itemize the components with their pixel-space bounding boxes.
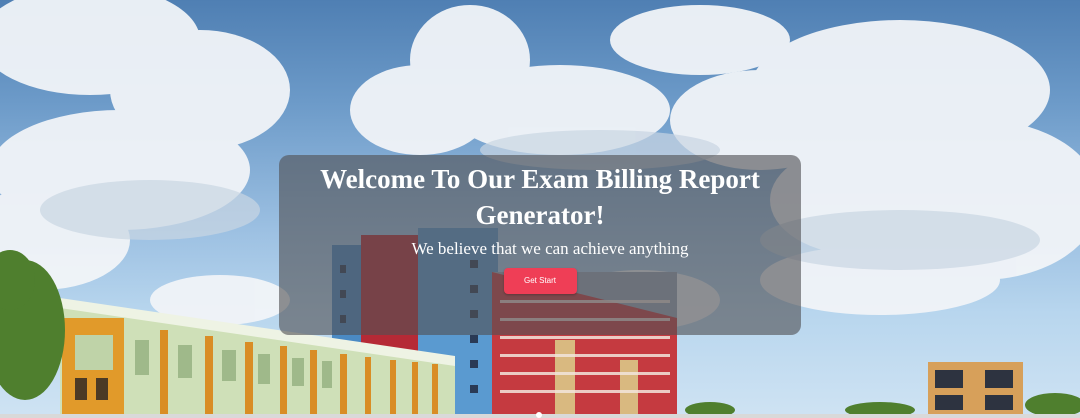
scroll-indicator[interactable] xyxy=(536,412,542,418)
hero-section: Welcome To Our Exam Billing Report Gener… xyxy=(0,0,1080,418)
welcome-card: Welcome To Our Exam Billing Report Gener… xyxy=(279,155,801,335)
page-title: Welcome To Our Exam Billing Report Gener… xyxy=(320,164,760,230)
hero-subtitle: We believe that we can achieve anything xyxy=(411,239,689,258)
get-start-button[interactable]: Get Start xyxy=(503,268,577,294)
right-building xyxy=(928,362,1023,415)
